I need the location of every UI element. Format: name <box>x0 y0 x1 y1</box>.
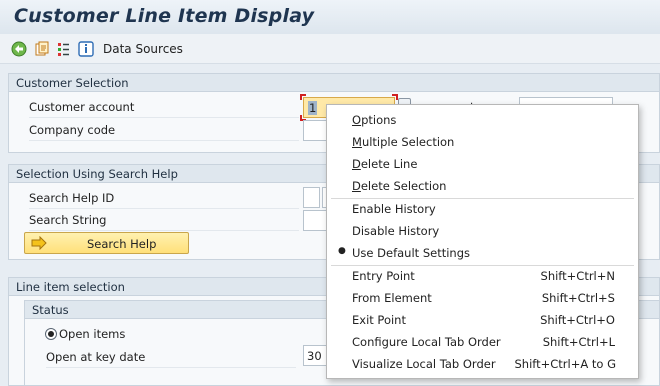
menu-item-label: From Element <box>352 291 432 305</box>
menu-item-multiple-selection[interactable]: Multiple Selection <box>327 131 638 153</box>
page-title: Customer Line Item Display <box>14 5 315 27</box>
company-code-row: Company code <box>29 120 299 141</box>
application-toolbar: Data Sources <box>0 34 660 64</box>
menu-item-label: Use Default Settings <box>352 246 470 260</box>
menu-item-label: Delete Selection <box>352 179 447 193</box>
menu-item-shortcut: Shift+Ctrl+A to G <box>514 357 616 371</box>
menu-item-label: Entry Point <box>352 269 415 283</box>
menu-item-visualize-local-tab-order[interactable]: Visualize Local Tab Order Shift+Ctrl+A t… <box>327 353 638 375</box>
menu-item-shortcut: Shift+Ctrl+S <box>541 291 615 305</box>
menu-item-configure-local-tab-order[interactable]: Configure Local Tab Order Shift+Ctrl+L <box>327 331 638 353</box>
menu-item-shortcut: Shift+Ctrl+L <box>542 335 615 349</box>
menu-item-from-element[interactable]: From Element Shift+Ctrl+S <box>327 287 638 309</box>
open-at-key-date-row: Open at key date <box>46 347 296 368</box>
title-bar: Customer Line Item Display <box>0 0 660 34</box>
radio-dot <box>48 331 54 337</box>
search-help-button[interactable]: Search Help <box>24 232 189 254</box>
open-items-label: Open items <box>59 327 126 341</box>
menu-item-label: Enable History <box>352 202 436 216</box>
customer-account-value: 1 <box>308 101 318 115</box>
group-header: Customer Selection <box>9 74 659 92</box>
key-date-value: 30 <box>307 349 322 363</box>
search-help-id-input[interactable] <box>303 187 320 208</box>
customer-account-label: Customer account <box>29 100 135 114</box>
open-items-radio[interactable] <box>45 328 57 340</box>
menu-item-exit-point[interactable]: Exit Point Shift+Ctrl+O <box>327 309 638 331</box>
selection-options-icon[interactable] <box>56 41 72 57</box>
data-sources-button[interactable]: Data Sources <box>103 42 183 56</box>
menu-item-label: Options <box>352 113 397 127</box>
focus-corner <box>300 94 306 100</box>
menu-item-shortcut: Shift+Ctrl+N <box>540 269 615 283</box>
company-code-label: Company code <box>29 123 116 137</box>
menu-item-use-default-settings[interactable]: ● Use Default Settings <box>327 242 638 264</box>
search-string-row: Search String <box>29 210 299 231</box>
menu-item-options[interactable]: Options <box>327 109 638 131</box>
bullet-icon: ● <box>338 246 346 256</box>
execute-icon[interactable] <box>11 41 27 57</box>
customer-account-row: Customer account <box>29 97 299 118</box>
menu-item-disable-history[interactable]: Disable History <box>327 220 638 242</box>
menu-item-label: Visualize Local Tab Order <box>352 357 496 371</box>
menu-item-entry-point[interactable]: Entry Point Shift+Ctrl+N <box>327 265 638 287</box>
info-icon[interactable] <box>78 41 94 57</box>
search-string-input[interactable] <box>303 210 327 231</box>
search-help-id-row: Search Help ID <box>29 188 299 209</box>
variant-icon[interactable] <box>34 41 50 57</box>
search-string-label: Search String <box>29 213 107 227</box>
search-help-id-label: Search Help ID <box>29 191 115 205</box>
menu-item-label: Configure Local Tab Order <box>352 335 501 349</box>
context-menu: Options Multiple Selection Delete Line D… <box>326 104 639 379</box>
menu-item-label: Multiple Selection <box>352 135 455 149</box>
open-at-key-date-label: Open at key date <box>46 350 146 364</box>
menu-item-label: Disable History <box>352 224 440 238</box>
menu-item-enable-history[interactable]: Enable History <box>327 198 638 220</box>
menu-item-label: Exit Point <box>352 313 406 327</box>
menu-item-delete-line[interactable]: Delete Line <box>327 153 638 175</box>
menu-item-label: Delete Line <box>352 157 418 171</box>
menu-item-shortcut: Shift+Ctrl+O <box>540 313 615 327</box>
arrow-right-icon <box>31 236 47 250</box>
search-help-button-label: Search Help <box>87 237 157 251</box>
menu-item-delete-selection[interactable]: Delete Selection <box>327 175 638 197</box>
